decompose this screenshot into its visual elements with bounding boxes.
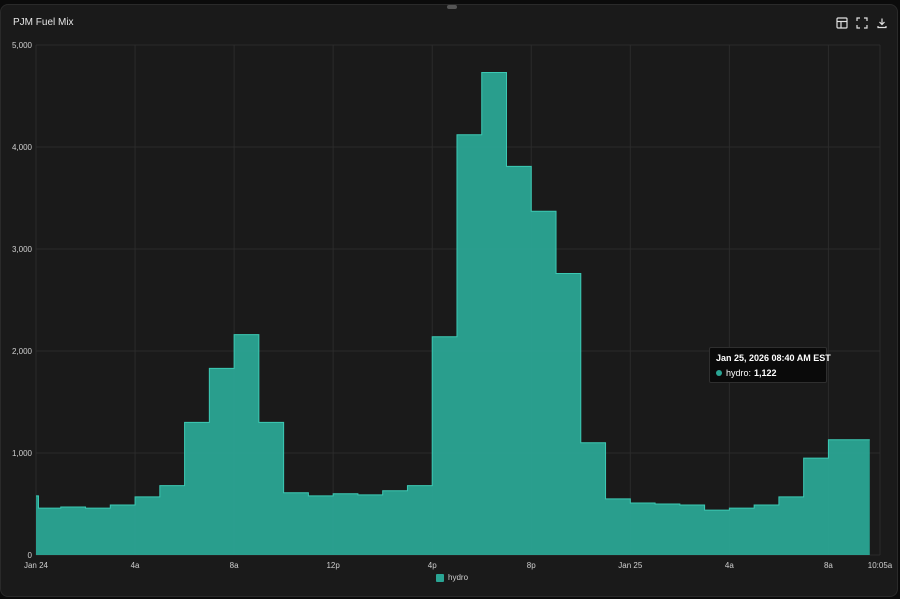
tooltip-row: hydro: 1,122 xyxy=(716,368,820,378)
y-tick-label: 4,000 xyxy=(12,143,33,152)
legend-label-hydro[interactable]: hydro xyxy=(448,573,468,582)
area-series-hydro xyxy=(36,72,870,555)
x-tick-label: 8a xyxy=(824,561,833,570)
tooltip-value: 1,122 xyxy=(754,368,777,378)
chart-tooltip: Jan 25, 2026 08:40 AM EST hydro: 1,122 xyxy=(709,347,831,383)
x-tick-label: 8a xyxy=(230,561,239,570)
x-tick-label: 4a xyxy=(725,561,734,570)
x-tick-label: 4a xyxy=(131,561,140,570)
chart-legend: hydro xyxy=(436,573,468,582)
x-tick-label: 10:05a xyxy=(868,561,893,570)
chart-canvas[interactable]: 0 1,000 2,000 3,000 4,000 5,000 Jan 24 4a 8a 12p 4… xyxy=(0,0,900,599)
y-tick-label: 5,000 xyxy=(12,41,33,50)
x-tick-label: 12p xyxy=(326,561,340,570)
y-tick-label: 1,000 xyxy=(12,449,33,458)
x-tick-label: Jan 25 xyxy=(618,561,643,570)
tooltip-series-dot xyxy=(716,370,722,376)
y-tick-label: 0 xyxy=(28,551,33,560)
tooltip-title: Jan 25, 2026 08:40 AM EST xyxy=(716,353,831,363)
x-tick-label: 4p xyxy=(428,561,437,570)
x-tick-label: 8p xyxy=(527,561,536,570)
legend-swatch-hydro[interactable] xyxy=(436,573,444,582)
x-tick-label: Jan 24 xyxy=(24,561,49,570)
tooltip-series-label: hydro: xyxy=(726,368,752,378)
y-tick-label: 2,000 xyxy=(12,347,33,356)
y-tick-label: 3,000 xyxy=(12,245,33,254)
